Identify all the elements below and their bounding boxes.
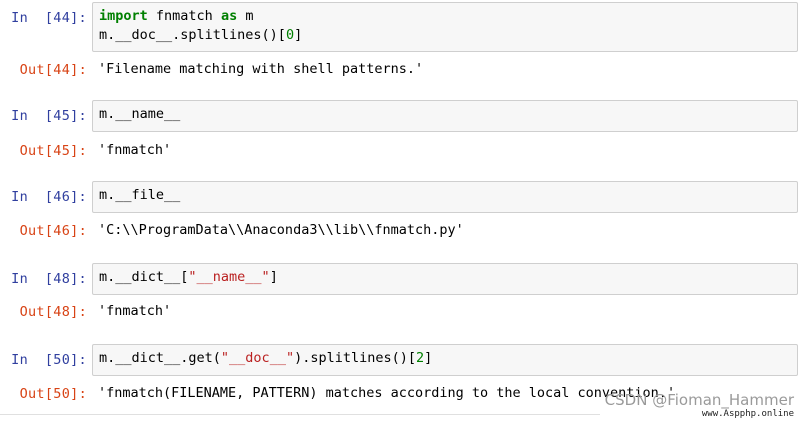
code-input-cell[interactable]: m.__dict__.get("__doc__").splitlines()[2… (92, 344, 798, 376)
watermark-author: CSDN @Fioman_Hammer (604, 391, 794, 409)
code-line: m.__dict__.get("__doc__").splitlines()[2… (99, 349, 791, 368)
cell-output: 'C:\\ProgramData\\Anaconda3\\lib\\fnmatc… (98, 222, 464, 238)
input-prompt: In [45]: (11, 108, 87, 124)
code-input-cell[interactable]: m.__file__ (92, 181, 798, 213)
code-token: m.__dict__[ (99, 269, 189, 285)
output-prompt: Out[50]: (19, 386, 87, 402)
code-input-cell[interactable]: m.__dict__["__name__"] (92, 263, 798, 295)
output-prompt: Out[46]: (19, 223, 87, 239)
code-line: m.__doc__.splitlines()[0] (99, 26, 791, 45)
code-token: ] (269, 269, 278, 285)
string-token: "__doc__" (220, 350, 295, 366)
code-token: m.__name__ (99, 106, 181, 122)
cell-output: 'fnmatch' (98, 303, 172, 319)
keyword-token: import (99, 8, 148, 24)
code-line: import fnmatch as m (99, 7, 791, 26)
output-prompt: Out[44]: (19, 62, 87, 78)
input-prompt: In [44]: (11, 10, 87, 26)
number-token: 2 (416, 350, 425, 366)
code-line: m.__dict__["__name__"] (99, 268, 791, 287)
cell-output: 'fnmatch(FILENAME, PATTERN) matches acco… (98, 385, 676, 401)
code-token: fnmatch (147, 8, 221, 24)
output-prompt: Out[48]: (19, 304, 87, 320)
watermark: CSDN @Fioman_Hammer www.Aspphp.online (604, 391, 794, 420)
output-prompt: Out[45]: (19, 143, 87, 159)
code-token: ] (294, 27, 303, 43)
code-token: m.__file__ (99, 187, 181, 203)
cell-output: 'fnmatch' (98, 142, 172, 158)
input-prompt: In [46]: (11, 189, 87, 205)
cell-output: 'Filename matching with shell patterns.' (98, 61, 424, 77)
code-input-cell[interactable]: import fnmatch as m m.__doc__.splitlines… (92, 2, 798, 52)
number-token: 0 (285, 27, 295, 43)
code-line: m.__name__ (99, 105, 791, 124)
code-token: ).splitlines()[ (294, 350, 416, 366)
code-token: m (237, 8, 254, 24)
code-token: m.__doc__.splitlines()[ (99, 27, 286, 43)
string-token: "__name__" (188, 269, 270, 285)
code-token: m.__dict__.get( (99, 350, 221, 366)
input-prompt: In [48]: (11, 271, 87, 287)
keyword-token: as (220, 8, 238, 24)
divider (0, 414, 600, 415)
watermark-site: www.Aspphp.online (701, 409, 794, 419)
code-line: m.__file__ (99, 186, 791, 205)
code-token: ] (424, 350, 433, 366)
input-prompt: In [50]: (11, 352, 87, 368)
code-input-cell[interactable]: m.__name__ (92, 100, 798, 132)
